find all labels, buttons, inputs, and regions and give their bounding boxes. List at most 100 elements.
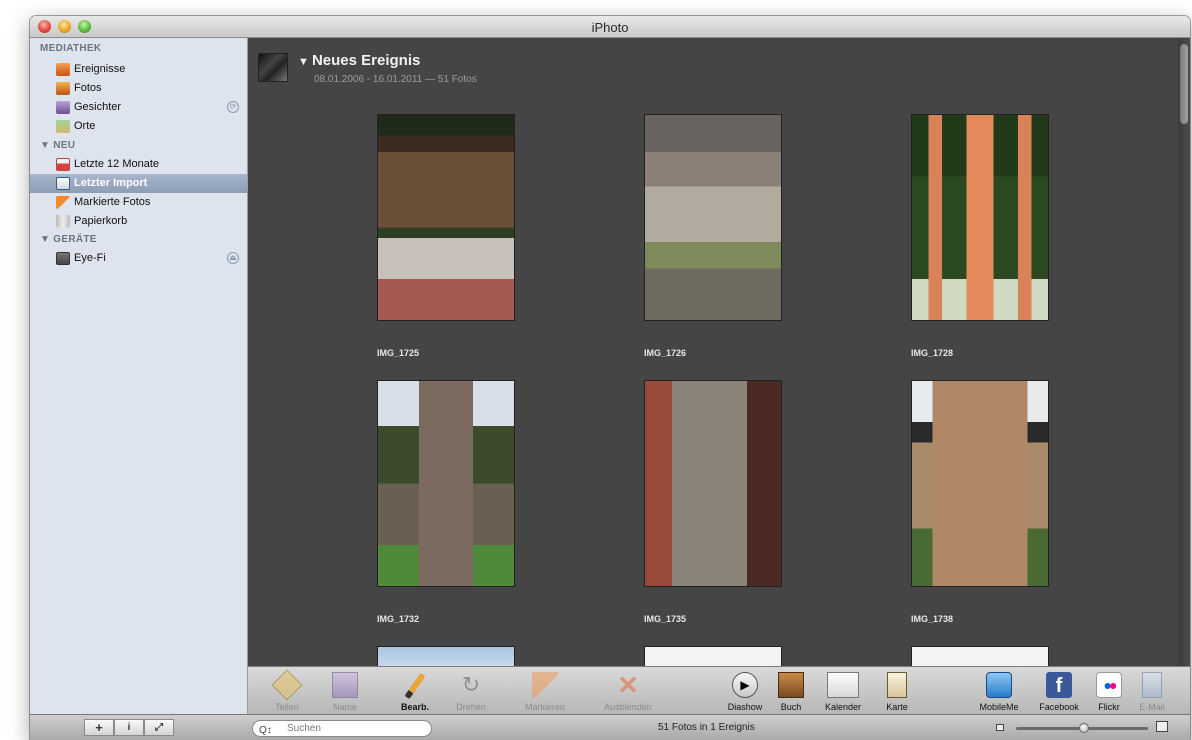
photo-thumbnail[interactable]: [911, 646, 1049, 666]
email-icon: [1142, 672, 1162, 698]
flag-icon: [56, 196, 70, 209]
search-field[interactable]: Q↕ Suchen: [252, 720, 432, 737]
sidebar-item-label: Letzte 12 Monate: [74, 158, 160, 170]
flickr-button[interactable]: ●● Flickr: [1084, 670, 1134, 714]
sidebar-item-label: Ereignisse: [74, 63, 126, 75]
flag-button[interactable]: Markieren: [510, 670, 580, 714]
book-button[interactable]: Buch: [766, 670, 816, 714]
photo-thumbnail[interactable]: [911, 114, 1049, 321]
title-bar[interactable]: iPhoto: [30, 16, 1190, 38]
tool-label: Flickr: [1098, 702, 1120, 712]
tool-label: Markieren: [524, 702, 565, 712]
sidebar-item-label: Orte: [74, 120, 96, 132]
photo-thumbnail[interactable]: [377, 646, 515, 666]
photo-count-status: 51 Fotos in 1 Ereignis: [658, 722, 755, 733]
sidebar-item-ereignisse[interactable]: Ereignisse: [30, 60, 247, 79]
slider-knob[interactable]: [1079, 723, 1090, 733]
flickr-icon: ●●: [1096, 672, 1122, 698]
fullscreen-button[interactable]: ⤢: [144, 719, 174, 736]
hide-x-icon: ✕: [617, 670, 639, 700]
calendar-icon: [56, 158, 70, 171]
photo-title[interactable]: IMG_1735: [644, 614, 686, 624]
sidebar-item-markierte-fotos[interactable]: Markierte Fotos: [30, 193, 247, 212]
sidebar-item-label: Papierkorb: [74, 215, 128, 227]
tool-label: Drehen: [456, 702, 486, 712]
card-project-icon: [887, 672, 907, 698]
edit-button[interactable]: Bearb.: [384, 670, 446, 714]
photo-title[interactable]: IMG_1732: [377, 614, 419, 624]
bottom-toolbar: Teilen Name Bearb. ↻ Drehen Markieren ✕ …: [248, 666, 1190, 714]
section-mediathek: MEDIATHEK: [40, 43, 102, 54]
sidebar: MEDIATHEK Ereignisse Fotos Gesichter ⟳ O…: [30, 38, 248, 714]
zoom-out-icon[interactable]: [996, 724, 1004, 731]
tool-label: Kalender: [824, 702, 862, 712]
name-button[interactable]: Name: [314, 670, 376, 714]
photo-thumbnail[interactable]: [377, 380, 515, 587]
sidebar-item-letzte-12-monate[interactable]: Letzte 12 Monate: [30, 155, 247, 174]
tool-label: Facebook: [1039, 702, 1079, 712]
photos-icon: [56, 82, 70, 95]
vertical-scrollbar[interactable]: [1178, 38, 1190, 666]
share-button[interactable]: Teilen: [256, 669, 318, 714]
thumbnail-size-slider[interactable]: [1016, 723, 1148, 733]
search-icon[interactable]: Q↕: [259, 723, 272, 738]
photo-title[interactable]: IMG_1738: [911, 614, 953, 624]
section-neu[interactable]: ▼ NEU: [40, 140, 75, 151]
photo-thumbnail[interactable]: [644, 646, 782, 666]
photo-title[interactable]: IMG_1725: [377, 348, 419, 358]
facebook-icon: f: [1046, 672, 1072, 698]
calendar-project-icon: [827, 672, 859, 698]
pencil-icon: [404, 672, 426, 700]
add-button[interactable]: +: [84, 719, 114, 736]
places-icon: [56, 120, 70, 133]
tool-label: Name: [332, 702, 357, 712]
tool-label: Ausblenden: [604, 702, 652, 712]
trash-icon: [56, 215, 70, 228]
eject-icon[interactable]: ⏏: [227, 252, 239, 264]
tool-label: Bearb.: [400, 702, 429, 712]
photo-thumbnail[interactable]: [377, 114, 515, 321]
photo-title[interactable]: IMG_1728: [911, 348, 953, 358]
sidebar-item-label: Gesichter: [74, 101, 122, 113]
share-icon: [271, 669, 303, 701]
sidebar-item-papierkorb[interactable]: Papierkorb: [30, 212, 247, 231]
email-button[interactable]: E-Mail: [1130, 670, 1174, 714]
info-button[interactable]: i: [114, 719, 144, 736]
sidebar-item-gesichter[interactable]: Gesichter ⟳: [30, 98, 247, 117]
facebook-button[interactable]: f Facebook: [1028, 670, 1090, 714]
faces-status-icon[interactable]: ⟳: [227, 101, 239, 113]
sidebar-item-label: Fotos: [74, 82, 102, 94]
photo-title[interactable]: IMG_1726: [644, 348, 686, 358]
calendar-button[interactable]: Kalender: [815, 670, 871, 714]
status-bar: + i ⤢ Q↕ Suchen 51 Fotos in 1 Ereignis: [30, 714, 1190, 740]
sidebar-item-letzter-import[interactable]: Letzter Import: [30, 174, 247, 193]
mobileme-cloud-icon: [986, 672, 1012, 698]
sidebar-item-label: Letzter Import: [74, 177, 148, 189]
photo-thumbnail[interactable]: [911, 380, 1049, 587]
faces-icon: [56, 101, 70, 114]
flag-icon: [532, 672, 558, 698]
photo-thumbnail[interactable]: [644, 380, 782, 587]
event-key-photo[interactable]: [258, 53, 288, 82]
disclosure-triangle-icon[interactable]: ▼: [298, 56, 312, 68]
section-geraete[interactable]: ▼ GERÄTE: [40, 234, 97, 245]
search-placeholder: Suchen: [287, 723, 321, 734]
hide-button[interactable]: ✕ Ausblenden: [591, 670, 665, 714]
photo-browser: ▼ Neues Ereignis 08.01.2006 - 16.01.2011…: [248, 38, 1190, 666]
tool-label: MobileMe: [979, 702, 1019, 712]
mobileme-button[interactable]: MobileMe: [966, 670, 1032, 714]
events-icon: [56, 63, 70, 76]
card-icon: [56, 252, 70, 265]
import-icon: [56, 177, 70, 190]
scrollbar-thumb[interactable]: [1180, 44, 1188, 124]
tool-label: E-Mail: [1139, 702, 1165, 712]
photo-thumbnail[interactable]: [644, 114, 782, 321]
sidebar-item-fotos[interactable]: Fotos: [30, 79, 247, 98]
sidebar-item-eye-fi[interactable]: Eye-Fi ⏏: [30, 249, 247, 268]
sidebar-item-orte[interactable]: Orte: [30, 117, 247, 136]
event-title[interactable]: ▼ Neues Ereignis: [298, 52, 420, 69]
iphoto-window: iPhoto MEDIATHEK Ereignisse Fotos Gesich…: [30, 16, 1190, 740]
rotate-button[interactable]: ↻ Drehen: [440, 670, 502, 714]
card-button[interactable]: Karte: [872, 670, 922, 714]
zoom-in-icon[interactable]: [1156, 721, 1168, 732]
